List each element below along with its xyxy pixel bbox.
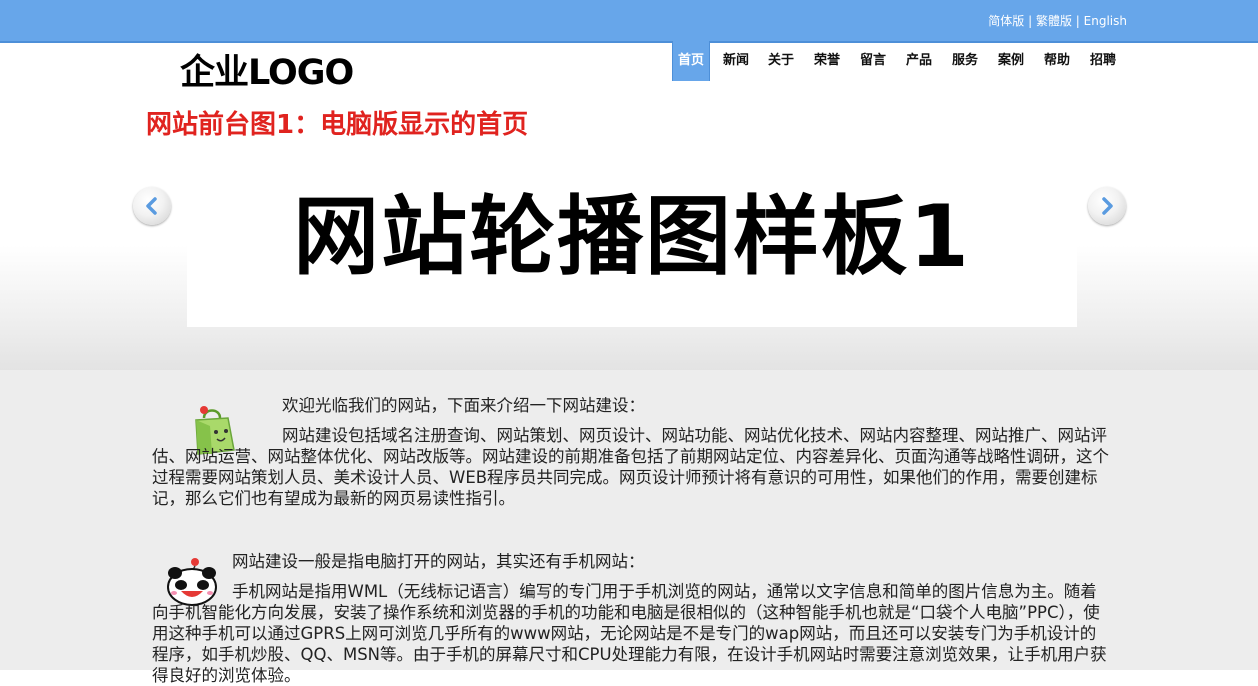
paragraph-1-title: 欢迎光临我们的网站，下面来介绍一下网站建设： xyxy=(282,396,645,415)
nav-item-guestbook[interactable]: 留言 xyxy=(860,41,886,81)
language-switcher: 简体版 | 繁體版 | English xyxy=(988,13,1127,29)
nav-item-home[interactable]: 首页 xyxy=(672,41,710,81)
lang-separator: | xyxy=(1075,14,1080,28)
lang-traditional-link[interactable]: 繁體版 xyxy=(1036,14,1072,28)
carousel-prev-button[interactable] xyxy=(133,187,171,225)
page-caption: 网站前台图1：电脑版显示的首页 xyxy=(146,110,529,140)
nav-item-jobs[interactable]: 招聘 xyxy=(1090,41,1116,81)
nav-item-honors[interactable]: 荣誉 xyxy=(814,41,840,81)
top-bar: 简体版 | 繁體版 | English xyxy=(0,0,1258,43)
lang-separator: | xyxy=(1028,14,1033,28)
nav-item-products[interactable]: 产品 xyxy=(906,41,932,81)
slide-text: 网站轮播图样板1 xyxy=(293,187,971,287)
carousel-slide[interactable]: 网站轮播图样板1 xyxy=(187,152,1077,327)
lang-simplified-link[interactable]: 简体版 xyxy=(988,14,1024,28)
nav-item-cases[interactable]: 案例 xyxy=(998,41,1024,81)
carousel-next-button[interactable] xyxy=(1088,187,1126,225)
nav-item-services[interactable]: 服务 xyxy=(952,41,978,81)
chevron-left-icon xyxy=(146,197,157,215)
nav-item-news[interactable]: 新闻 xyxy=(723,41,749,81)
lang-english-link[interactable]: English xyxy=(1084,14,1127,28)
chevron-right-icon xyxy=(1102,197,1113,215)
nav-item-about[interactable]: 关于 xyxy=(768,41,794,81)
paragraph-1-body: 网站建设包括域名注册查询、网站策划、网页设计、网站功能、网站优化技术、网站内容整… xyxy=(152,426,1109,508)
paragraph-2-title: 网站建设一般是指电脑打开的网站，其实还有手机网站： xyxy=(232,552,645,571)
paragraph-2-body: 手机网站是指用WML（无线标记语言）编写的专门用于手机浏览的网站，通常以文字信息… xyxy=(152,582,1107,685)
nav-item-help[interactable]: 帮助 xyxy=(1044,41,1070,81)
site-logo[interactable]: 企业LOGO xyxy=(180,44,354,95)
